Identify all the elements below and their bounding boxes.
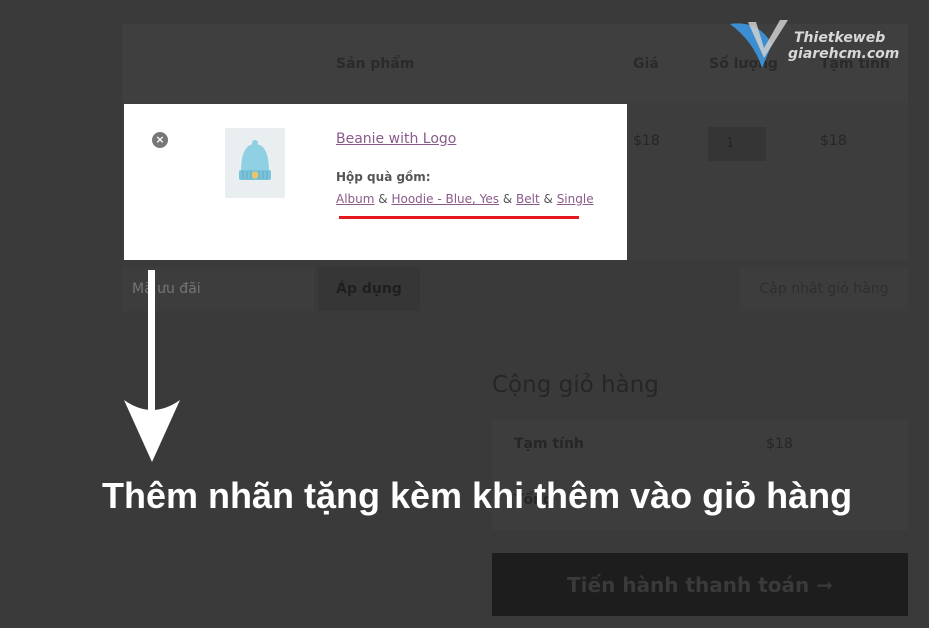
- beanie-icon: [239, 140, 271, 180]
- arrow-right-icon: ➞: [816, 572, 833, 597]
- quantity-input[interactable]: [708, 127, 766, 161]
- gift-item-hoodie[interactable]: Hoodie - Blue, Yes: [391, 192, 499, 206]
- product-thumbnail[interactable]: [225, 128, 285, 198]
- remove-item-icon[interactable]: ×: [152, 132, 168, 148]
- gift-item-single[interactable]: Single: [557, 192, 594, 206]
- gift-items-list: Album & Hoodie - Blue, Yes & Belt & Sing…: [336, 192, 594, 206]
- gift-item-album[interactable]: Album: [336, 192, 374, 206]
- header-product: Sản phẩm: [336, 56, 415, 72]
- watermark-line2: giarehcm.com: [788, 46, 900, 62]
- annotation-caption: Thêm nhãn tặng kèm khi thêm vào giỏ hàng: [102, 475, 853, 516]
- separator: &: [499, 192, 517, 206]
- gift-item-belt[interactable]: Belt: [516, 192, 540, 206]
- totals-subtotal-label: Tạm tính: [514, 436, 584, 452]
- totals-subtotal-value: $18: [766, 436, 793, 452]
- gift-box-label: Hộp quà gồm:: [336, 170, 431, 184]
- header-price: Giá: [633, 56, 659, 72]
- checkout-label: Tiến hành thanh toán: [567, 572, 810, 597]
- product-name-link[interactable]: Beanie with Logo: [336, 131, 456, 147]
- down-arrow-icon: [124, 270, 180, 462]
- row-subtotal: $18: [820, 133, 847, 149]
- apply-coupon-button[interactable]: Áp dụng: [318, 267, 420, 311]
- update-cart-button[interactable]: Cập nhật giỏ hàng: [740, 267, 908, 311]
- checkout-button[interactable]: Tiến hành thanh toán ➞: [492, 553, 908, 616]
- cart-totals-title: Cộng giỏ hàng: [492, 372, 659, 398]
- watermark-line1: Thietkeweb: [794, 30, 886, 46]
- highlighted-cart-item: × Beanie with Logo Hộp quà gồm: Album & …: [124, 104, 627, 260]
- row-price: $18: [633, 133, 660, 149]
- separator: &: [374, 192, 392, 206]
- separator: &: [539, 192, 557, 206]
- highlight-underline: [339, 216, 579, 219]
